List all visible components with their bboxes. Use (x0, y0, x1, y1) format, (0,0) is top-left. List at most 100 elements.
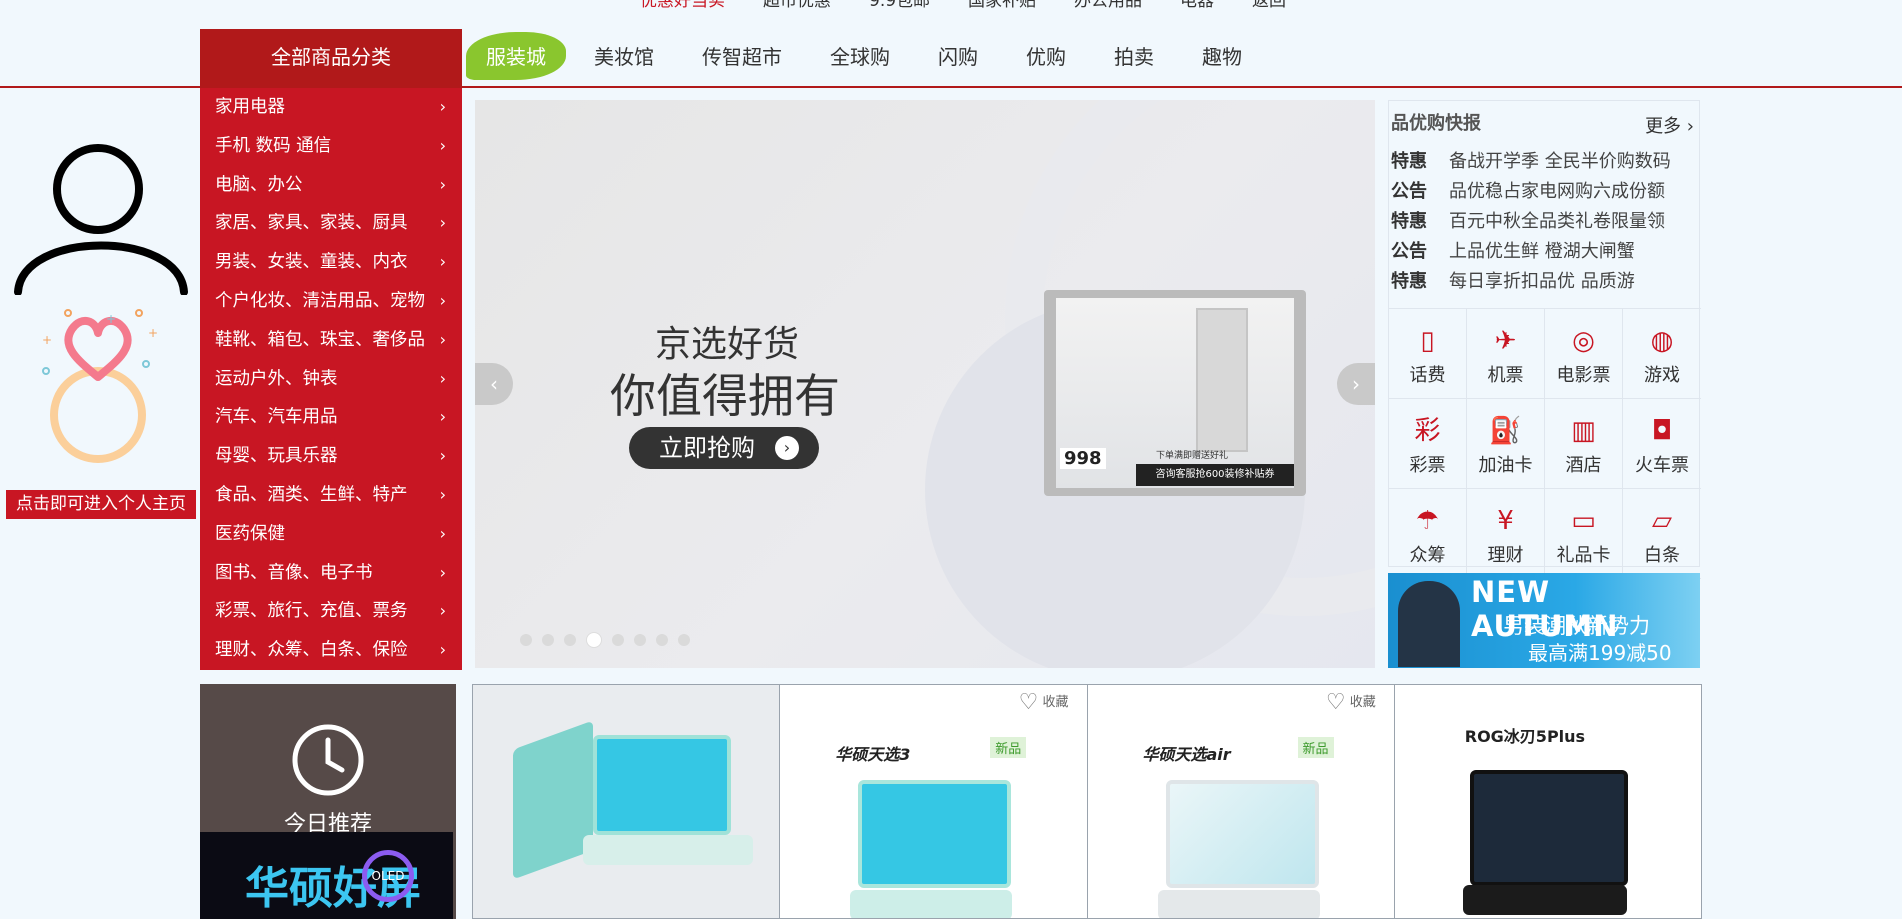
category-item[interactable]: 医药保健 › (200, 515, 462, 554)
service-grid: ▯ 话费 ✈ 机票 ◎ 电影票 ◍ 游戏 彩彩票 ⛽ 加油卡 ▥ 酒店 ◘ 火车票 ☂ 众筹 ¥… (1389, 308, 1701, 579)
service-fuel[interactable]: ⛽ 加油卡 (1467, 399, 1545, 489)
laptop-image (1462, 885, 1627, 915)
top-link[interactable]: 电器 (1180, 0, 1214, 11)
ad-deal: 最高满199减50 (1528, 641, 1672, 665)
category-label: 食品、酒类、生鲜、特产 (215, 484, 408, 505)
category-item[interactable]: 电脑、办公 › (200, 166, 462, 205)
oled-ad[interactable]: 华硕好屏 OLED (200, 832, 453, 919)
favorite-button[interactable]: ♡ 收藏 (1326, 690, 1376, 715)
service-train[interactable]: ◘ 火车票 (1623, 399, 1701, 489)
category-item[interactable]: 彩票、旅行、充值、票务 › (200, 592, 462, 631)
category-label: 彩票、旅行、充值、票务 (215, 601, 408, 622)
chevron-right-icon[interactable]: › (1337, 363, 1375, 405)
category-item[interactable]: 家用电器 › (200, 88, 462, 127)
nav-item-auction[interactable]: 拍卖 (1090, 29, 1178, 86)
carousel-dot-active[interactable] (586, 632, 602, 648)
service-phone-bill[interactable]: ▯ 话费 (1389, 309, 1467, 399)
service-label: 电影票 (1556, 365, 1611, 386)
category-label: 运动户外、钟表 (215, 368, 338, 389)
yen-icon: ¥ (1497, 506, 1514, 536)
category-item[interactable]: 男装、女装、童装、内衣 › (200, 243, 462, 282)
nav-item-beauty[interactable]: 美妆馆 (570, 29, 678, 86)
top-link[interactable]: 9.9包邮 (869, 0, 930, 11)
category-item[interactable]: 母婴、玩具乐器 › (200, 437, 462, 476)
favorite-button[interactable]: ♡ 收藏 (1019, 690, 1069, 715)
news-tag: 特惠 (1391, 151, 1427, 172)
category-item[interactable]: 食品、酒类、生鲜、特产 › (200, 476, 462, 515)
carousel-dot[interactable] (634, 634, 646, 646)
category-label: 家用电器 (215, 97, 285, 117)
nav-item-label: 服装城 (486, 45, 546, 69)
service-movie[interactable]: ◎ 电影票 (1545, 309, 1623, 399)
user-icon[interactable] (10, 135, 190, 296)
top-link[interactable]: 返回 (1252, 0, 1286, 11)
service-flight[interactable]: ✈ 机票 (1467, 309, 1545, 399)
nav-item-clothing[interactable]: 服装城 (462, 29, 570, 86)
category-item[interactable]: 鞋靴、箱包、珠宝、奢侈品 › (200, 321, 462, 360)
service-gift-card[interactable]: ▭ 礼品卡 (1545, 489, 1623, 579)
hero-carousel[interactable]: 京选好货 你值得拥有 立即抢购 › 998 下单满即赠送好礼 咨询客服抢600装修… (475, 100, 1375, 668)
crowdfund-icon: ☂ (1415, 506, 1440, 536)
category-item[interactable]: 汽车、汽车用品 › (200, 398, 462, 437)
new-badge: 新品 (1297, 737, 1334, 758)
oled-badge: OLED (362, 850, 414, 902)
svg-text:+: + (148, 326, 158, 340)
carousel-dot[interactable] (564, 634, 576, 646)
chevron-right-icon: › (439, 523, 446, 543)
service-crowdfund[interactable]: ☂ 众筹 (1389, 489, 1467, 579)
note-icon: ▱ (1652, 506, 1672, 536)
product-card[interactable] (472, 684, 781, 919)
service-hotel[interactable]: ▥ 酒店 (1545, 399, 1623, 489)
category-item[interactable]: 家居、家具、家装、厨具 › (200, 204, 462, 243)
chevron-right-icon: › (439, 135, 446, 155)
more-link[interactable]: 更多 › (1645, 112, 1694, 138)
category-item[interactable]: 理财、众筹、白条、保险 › (200, 631, 462, 670)
nav-item-youpin[interactable]: 优购 (1002, 29, 1090, 86)
service-finance[interactable]: ¥ 理财 (1467, 489, 1545, 579)
category-item[interactable]: 图书、音像、电子书 › (200, 554, 462, 593)
top-link[interactable]: 办公用品 (1074, 0, 1142, 11)
service-baitiao[interactable]: ▱ 白条 (1623, 489, 1701, 579)
carousel-dot[interactable] (612, 634, 624, 646)
carousel-dot[interactable] (656, 634, 668, 646)
product-card[interactable]: ♡ 收藏 华硕天选3 新品 (779, 684, 1088, 919)
carousel-dot[interactable] (678, 634, 690, 646)
banner-product-image[interactable]: 998 下单满即赠送好礼 咨询客服抢600装修补贴券 (1044, 290, 1306, 496)
phone-bill-icon: ▯ (1420, 326, 1435, 356)
category-label: 鞋靴、箱包、珠宝、奢侈品 (215, 329, 425, 350)
chevron-right-icon: › (439, 329, 446, 349)
all-categories-button[interactable]: 全部商品分类 (200, 29, 462, 86)
news-tag: 公告 (1391, 241, 1427, 262)
category-item[interactable]: 运动户外、钟表 › (200, 360, 462, 399)
buy-now-button[interactable]: 立即抢购 › (629, 427, 819, 469)
nav-item-supermarket[interactable]: 传智超市 (678, 29, 806, 86)
clock-icon (292, 724, 364, 796)
top-link[interactable]: 国家补贴 (968, 0, 1036, 11)
news-item[interactable]: 公告 品优稳占家电网购六成份额 (1391, 177, 1671, 207)
chevron-left-icon[interactable]: ‹ (475, 363, 513, 405)
category-label: 图书、音像、电子书 (215, 562, 373, 583)
category-item[interactable]: 手机 数码 通信 › (200, 127, 462, 166)
nav-item-fun[interactable]: 趣物 (1178, 29, 1266, 86)
nav-item-flash[interactable]: 闪购 (914, 29, 1002, 86)
nav-item-global[interactable]: 全球购 (806, 29, 914, 86)
top-link[interactable]: 超市优惠 (763, 0, 831, 11)
product-card[interactable]: ♡ 收藏 华硕天选air 新品 (1086, 684, 1395, 919)
service-lottery[interactable]: 彩彩票 (1389, 399, 1467, 489)
news-item[interactable]: 特惠 备战开学季 全民半价购数码 (1391, 147, 1671, 177)
top-link[interactable]: 优惠好当实 (640, 0, 725, 11)
profile-link[interactable]: 点击即可进入个人主页 (6, 490, 196, 519)
news-item[interactable]: 特惠 每日享折扣品优 品质游 (1391, 267, 1671, 297)
carousel-dot[interactable] (542, 634, 554, 646)
product-tag: 咨询客服抢600装修补贴券 (1136, 464, 1294, 486)
heart-ring-icon[interactable]: + + + (10, 307, 190, 477)
category-item[interactable]: 个户化妆、清洁用品、宠物 › (200, 282, 462, 321)
category-label: 男装、女装、童装、内衣 (215, 252, 408, 273)
category-label: 家居、家具、家装、厨具 (215, 213, 408, 234)
carousel-dot[interactable] (520, 634, 532, 646)
news-item[interactable]: 公告 上品优生鲜 橙湖大闸蟹 (1391, 237, 1671, 267)
news-item[interactable]: 特惠 百元中秋全品类礼卷限量领 (1391, 207, 1671, 237)
autumn-ad-banner[interactable]: NEW AUTUMN 男装潮秋新势力 最高满199减50 (1388, 573, 1700, 668)
service-game[interactable]: ◍ 游戏 (1623, 309, 1701, 399)
product-card[interactable]: ROG冰刃5Plus (1393, 684, 1702, 919)
